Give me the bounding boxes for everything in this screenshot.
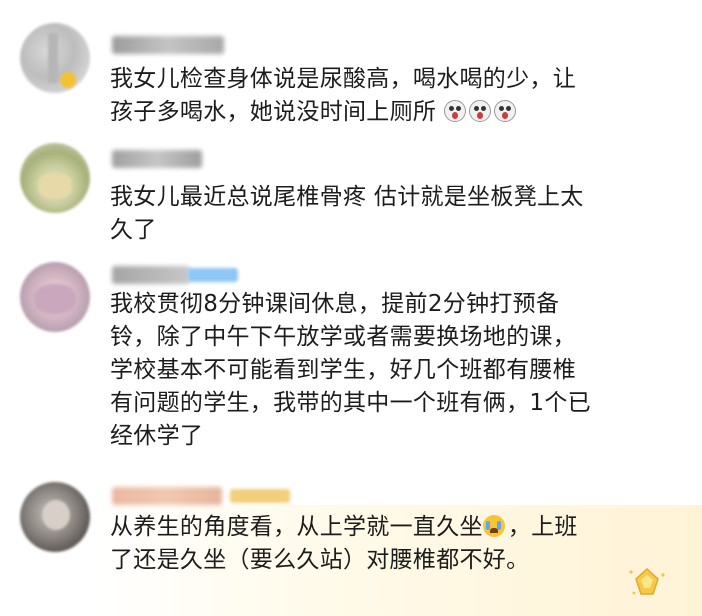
reward-gem-icon[interactable] — [628, 566, 666, 598]
user-badge — [188, 268, 238, 282]
comment-text-line: 铃，除了中午下午放学或者需要换场地的课， — [110, 324, 576, 350]
avatar[interactable] — [20, 143, 90, 213]
avatar[interactable] — [20, 482, 90, 552]
user-badge — [230, 489, 290, 503]
username[interactable] — [112, 150, 202, 168]
comment-text-line: 我女儿最近总说尾椎骨疼 估计就是坐板凳上太 — [110, 184, 584, 210]
avatar-badge-icon — [60, 72, 76, 88]
comment-text-line: 有问题的学生，我带的其中一个班有俩，1个已 — [110, 390, 591, 416]
comment-text-line: 我校贯彻8分钟课间休息，提前2分钟打预备 — [110, 291, 560, 317]
comment-text-line: 了还是久坐（要么久站）对腰椎都不好。 — [110, 547, 530, 573]
avatar[interactable] — [20, 23, 90, 93]
comment-text-segment: 孩子多喝水，她说没时间上厕所 — [110, 99, 437, 125]
comment-text-line: 经休学了 — [110, 423, 204, 449]
crying-face-emoji-icon — [482, 515, 505, 537]
comment-text-line: 久了 — [110, 217, 157, 243]
shocked-face-emoji-icon — [493, 100, 516, 122]
username[interactable] — [112, 266, 190, 284]
username[interactable] — [112, 36, 224, 54]
comment-text-segment: 从养生的角度看，从上学就一直久坐 — [110, 514, 483, 540]
comment-text: 我校贯彻8分钟课间休息，提前2分钟打预备 铃，除了中午下午放学或者需要换场地的课… — [110, 288, 670, 453]
comment-text-line: 我女儿检查身体说是尿酸高，喝水喝的少，让 — [110, 66, 576, 92]
comment-text-segment: ，上班 — [507, 514, 578, 540]
comment-text: 从养生的角度看，从上学就一直久坐 ，上班 了还是久坐（要么久站）对腰椎都不好。 — [110, 511, 670, 577]
shocked-face-emoji-icon — [443, 100, 466, 122]
comment-text: 我女儿检查身体说是尿酸高，喝水喝的少，让 孩子多喝水，她说没时间上厕所 — [110, 63, 670, 129]
comment-text: 我女儿最近总说尾椎骨疼 估计就是坐板凳上太 久了 — [110, 181, 670, 247]
shocked-face-emoji-icon — [468, 100, 491, 122]
avatar[interactable] — [20, 262, 90, 332]
comment-text-line: 学校基本不可能看到学生，好几个班都有腰椎 — [110, 357, 576, 383]
comment-text-line: 从养生的角度看，从上学就一直久坐 ，上班 — [110, 511, 670, 544]
username[interactable] — [112, 487, 222, 505]
comment-text-line: 孩子多喝水，她说没时间上厕所 — [110, 96, 670, 129]
